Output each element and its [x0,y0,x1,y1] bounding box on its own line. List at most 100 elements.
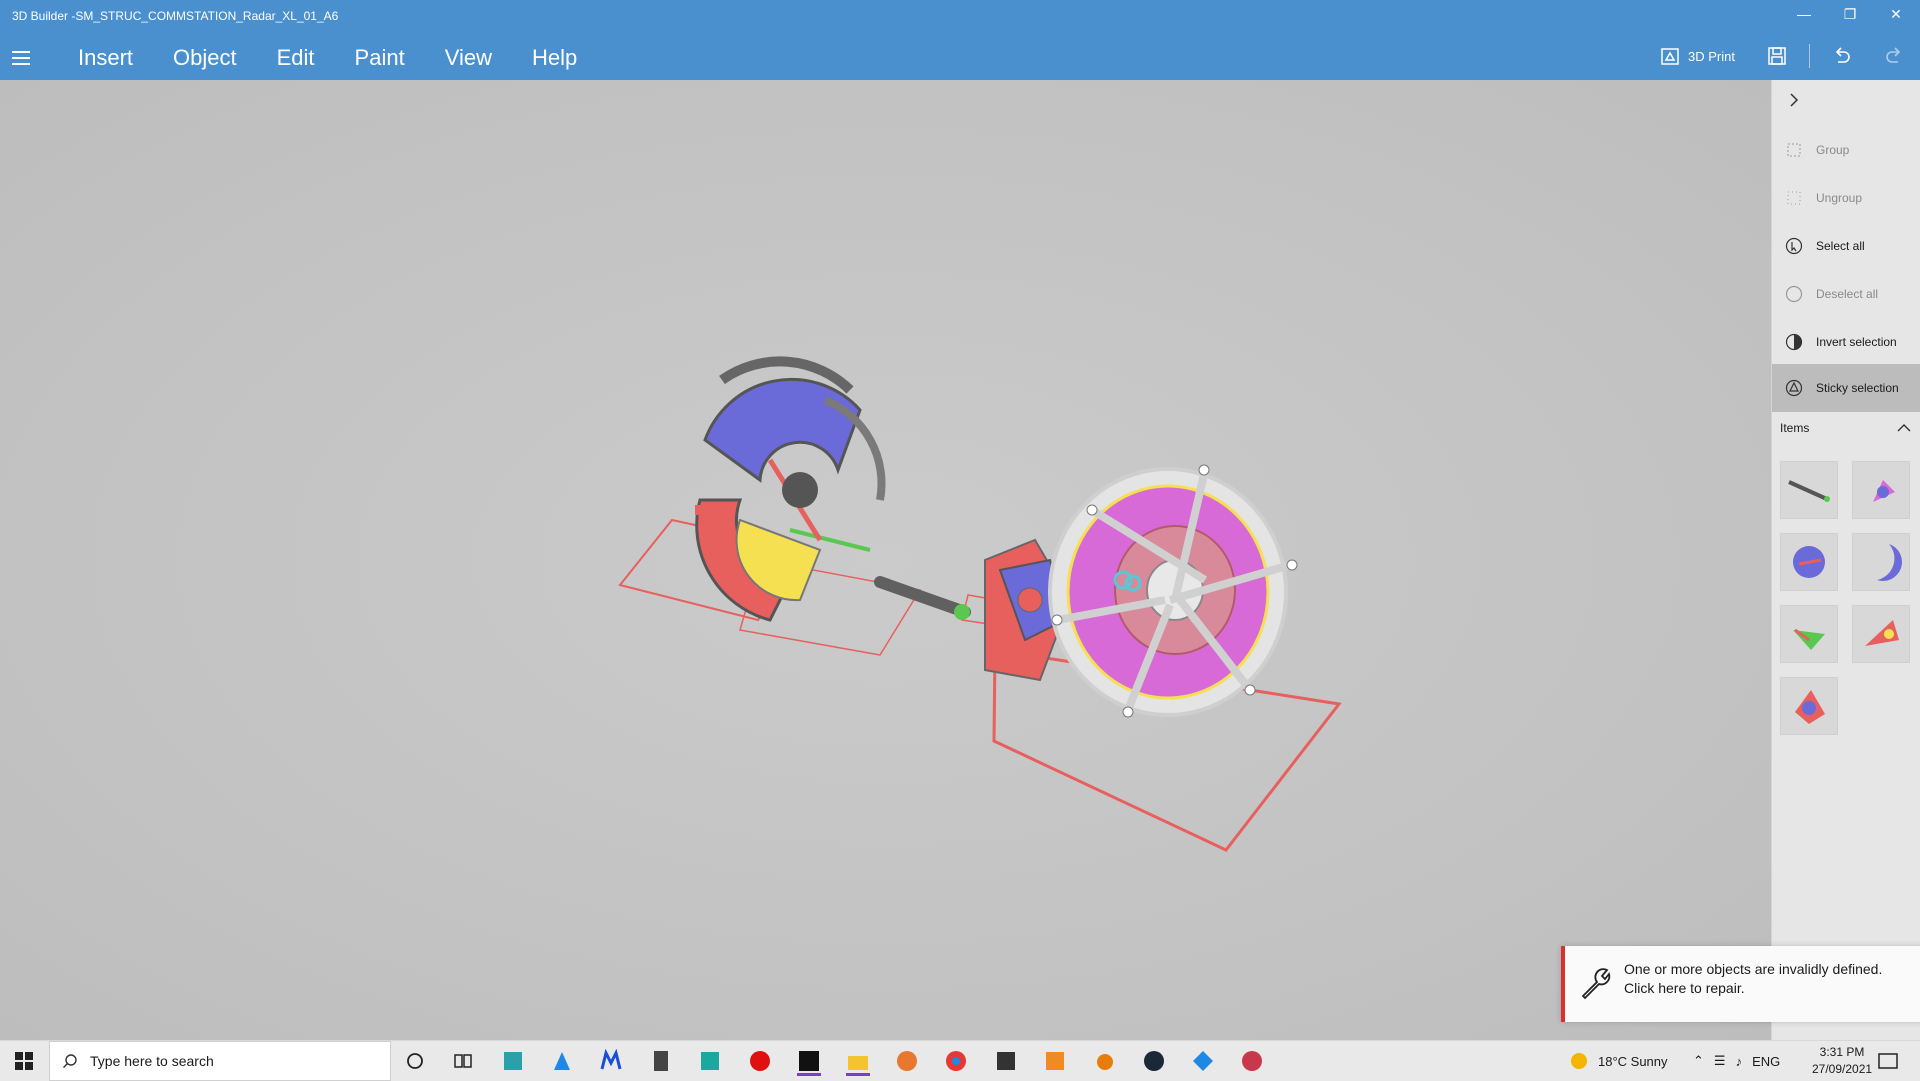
model-left-sphere [695,356,886,622]
item-thumbnail-3[interactable] [1780,533,1838,591]
menu-edit[interactable]: Edit [277,45,315,71]
scene-svg [618,356,1342,852]
weather-text: 18°C Sunny [1598,1053,1668,1069]
model-large-ring [1048,464,1298,718]
minimize-button[interactable]: — [1784,6,1824,26]
notification-line-1: One or more objects are invalidly define… [1624,961,1883,977]
windows-icon [15,1052,33,1070]
menu-insert[interactable]: Insert [78,45,133,71]
ungroup-label: Ungroup [1816,191,1863,205]
hamburger-menu-icon[interactable] [12,51,34,65]
sticky-selection-label: Sticky selection [1816,381,1899,395]
sticky-selection-button[interactable]: Sticky selection [1772,364,1920,412]
app-icon-9[interactable] [994,1049,1018,1073]
invert-selection-icon [1784,332,1804,352]
menu-paint[interactable]: Paint [355,45,405,71]
chrome-icon[interactable] [944,1049,968,1073]
network-icon[interactable]: ☰ [1714,1053,1726,1069]
app-icon-2[interactable] [550,1049,574,1073]
taskbar-search[interactable]: Type here to search [49,1041,391,1081]
speaker-icon[interactable]: ♪ [1736,1054,1743,1069]
item-thumbnail-7[interactable] [1780,677,1838,735]
ungroup-button[interactable]: Ungroup [1772,176,1920,220]
menu-bar: Insert Object Edit Paint View Help [0,38,597,78]
redo-icon [1886,47,1901,63]
model-connector-shaft [874,576,971,620]
app-icon-7[interactable] [797,1049,821,1076]
system-tray: ⌃ ☰ ♪ ENG [1693,1041,1780,1081]
save-button[interactable] [1767,46,1787,66]
select-all-button[interactable]: Select all [1772,224,1920,268]
item-thumbnail-2[interactable] [1852,461,1910,519]
group-button[interactable]: Group [1772,128,1920,172]
restore-button[interactable]: ❐ [1830,6,1870,26]
weather-widget[interactable]: 18°C Sunny [1570,1041,1668,1081]
window-title: 3D Builder -SM_STRUC_COMMSTATION_Radar_X… [12,9,339,23]
action-center-icon[interactable] [1876,1049,1900,1073]
item-thumbnail-5[interactable] [1780,605,1838,663]
ungroup-icon [1784,188,1804,208]
app-icon-10[interactable] [1043,1049,1067,1073]
item-thumbnail-1[interactable] [1780,461,1838,519]
group-label: Group [1816,143,1850,157]
deselect-all-icon [1784,284,1804,304]
deselect-all-button[interactable]: Deselect all [1772,272,1920,316]
title-bar: 3D Builder -SM_STRUC_COMMSTATION_Radar_X… [0,0,1920,80]
start-button[interactable] [12,1049,36,1073]
steam-icon[interactable] [1142,1049,1166,1073]
toolbar-right: 3D Print [1644,40,1920,72]
toolbar-separator [1809,44,1810,68]
group-icon [1784,140,1804,160]
repair-notification[interactable]: One or more objects are invalidly define… [1561,946,1920,1022]
invert-selection-label: Invert selection [1816,335,1897,349]
save-icon [1768,47,1786,65]
chevron-right-icon [1784,90,1804,110]
items-header[interactable]: Items [1772,410,1920,446]
menu-object[interactable]: Object [173,45,237,71]
file-explorer-icon[interactable] [846,1049,870,1076]
3d-print-button[interactable]: 3D Print [1660,46,1735,66]
select-all-label: Select all [1816,239,1865,253]
invert-selection-button[interactable]: Invert selection [1772,320,1920,364]
notification-line-2: Click here to repair. [1624,980,1745,996]
clock-time: 3:31 PM [1819,1045,1865,1059]
chevron-up-icon[interactable]: ⌃ [1693,1053,1704,1069]
app-icon-3[interactable] [599,1048,623,1073]
language-indicator[interactable]: ENG [1752,1054,1780,1069]
selection-panel: Group Ungroup Select all Deselect all In… [1771,80,1920,1040]
sun-icon [1571,1053,1587,1069]
app-icon-12[interactable] [1240,1049,1264,1073]
app-icon-8[interactable] [895,1049,919,1073]
undo-button[interactable] [1832,46,1852,66]
clock-date: 27/09/2021 [1812,1062,1873,1076]
search-icon [63,1054,77,1068]
redo-button[interactable] [1884,46,1904,66]
taskbar: Type here to search 18°C Sunny ⌃ ☰ ♪ ENG… [0,1040,1920,1081]
item-thumbnail-4[interactable] [1852,533,1910,591]
menu-view[interactable]: View [445,45,492,71]
cortana-icon[interactable] [403,1049,427,1073]
chevron-up-icon [1897,424,1911,432]
task-view-icon[interactable] [451,1049,475,1073]
deselect-all-label: Deselect all [1816,287,1879,301]
collapse-panel-button[interactable] [1772,80,1920,120]
3d-viewport[interactable] [0,80,1771,1040]
printer-icon [1661,48,1679,65]
select-all-icon [1784,236,1804,256]
blender-icon[interactable] [1092,1049,1116,1073]
app-icon-6[interactable] [748,1049,772,1073]
items-label: Items [1780,421,1810,435]
undo-icon [1835,47,1850,63]
sticky-selection-icon [1784,378,1804,398]
app-icon-1[interactable] [501,1049,525,1073]
search-placeholder: Type here to search [90,1053,214,1069]
wrench-icon [1581,968,1611,1000]
item-thumbnail-6[interactable] [1852,605,1910,663]
3d-print-label: 3D Print [1688,48,1735,64]
app-icon-11[interactable] [1191,1049,1215,1073]
clock[interactable]: 3:31 PM 27/09/2021 [1812,1041,1872,1081]
app-icon-4[interactable] [649,1049,673,1073]
menu-help[interactable]: Help [532,45,577,71]
close-button[interactable]: ✕ [1876,6,1916,26]
app-icon-5[interactable] [698,1049,722,1073]
